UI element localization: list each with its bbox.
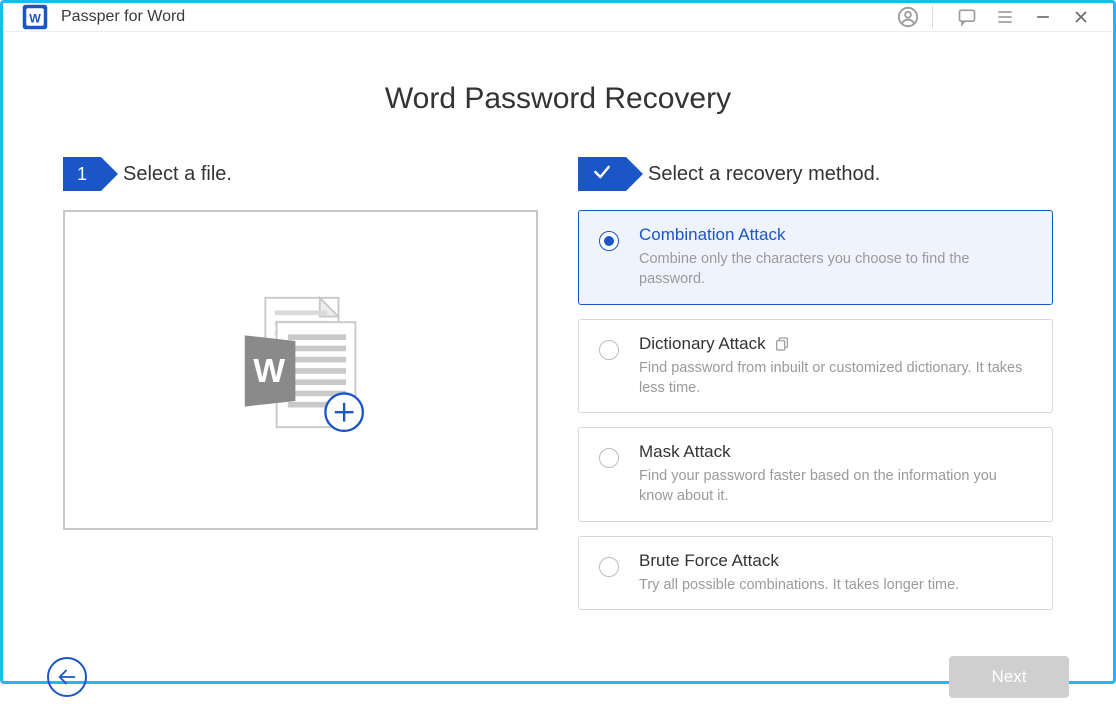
title-bar: W Passper for Word bbox=[3, 3, 1113, 32]
app-title: Passper for Word bbox=[61, 8, 185, 26]
method-combination-attack[interactable]: Combination Attack Combine only the char… bbox=[578, 210, 1053, 305]
method-brute-force-attack[interactable]: Brute Force Attack Try all possible comb… bbox=[578, 536, 1053, 610]
column-select-file: 1 Select a file. bbox=[63, 156, 538, 624]
bottom-bar: Next bbox=[3, 644, 1113, 724]
word-document-icon: W bbox=[226, 290, 376, 450]
feedback-icon[interactable] bbox=[953, 3, 981, 31]
column-recovery-method: Select a recovery method. Combination At… bbox=[578, 156, 1053, 624]
step2-header: Select a recovery method. bbox=[578, 156, 1053, 192]
step1-number: 1 bbox=[77, 164, 87, 185]
checkmark-icon bbox=[592, 162, 612, 187]
page-title: Word Password Recovery bbox=[63, 82, 1053, 116]
radio-dictionary[interactable] bbox=[599, 340, 619, 360]
close-button[interactable] bbox=[1067, 3, 1095, 31]
method-mask-attack[interactable]: Mask Attack Find your password faster ba… bbox=[578, 427, 1053, 522]
svg-text:W: W bbox=[253, 352, 285, 390]
step2-label: Select a recovery method. bbox=[648, 163, 880, 186]
file-drop-area[interactable]: W bbox=[63, 210, 538, 530]
method-title: Dictionary Attack bbox=[639, 334, 766, 354]
method-desc: Find password from inbuilt or customized… bbox=[639, 358, 1032, 399]
method-desc: Try all possible combinations. It takes … bbox=[639, 575, 1032, 595]
radio-combination[interactable] bbox=[599, 231, 619, 251]
copy-icon bbox=[774, 336, 790, 352]
method-title: Brute Force Attack bbox=[639, 551, 779, 571]
titlebar-divider bbox=[932, 6, 933, 28]
radio-brute-force[interactable] bbox=[599, 557, 619, 577]
app-window: W Passper for Word bbox=[0, 0, 1116, 684]
method-title: Mask Attack bbox=[639, 442, 731, 462]
method-dictionary-attack[interactable]: Dictionary Attack Find password from inb… bbox=[578, 319, 1053, 414]
step1-header: 1 Select a file. bbox=[63, 156, 538, 192]
method-title: Combination Attack bbox=[639, 225, 785, 245]
svg-text:W: W bbox=[29, 11, 41, 25]
columns: 1 Select a file. bbox=[63, 156, 1053, 624]
method-desc: Combine only the characters you choose t… bbox=[639, 249, 1032, 290]
menu-icon[interactable] bbox=[991, 3, 1019, 31]
radio-mask[interactable] bbox=[599, 448, 619, 468]
app-logo-icon: W bbox=[21, 3, 49, 31]
step2-chip bbox=[578, 157, 626, 191]
minimize-button[interactable] bbox=[1029, 3, 1057, 31]
main-content: Word Password Recovery 1 Select a file. bbox=[3, 32, 1113, 644]
next-button[interactable]: Next bbox=[949, 656, 1069, 698]
step1-label: Select a file. bbox=[123, 163, 232, 186]
back-button[interactable] bbox=[47, 657, 87, 697]
step1-chip: 1 bbox=[63, 157, 101, 191]
user-account-icon[interactable] bbox=[894, 3, 922, 31]
method-desc: Find your password faster based on the i… bbox=[639, 466, 1032, 507]
